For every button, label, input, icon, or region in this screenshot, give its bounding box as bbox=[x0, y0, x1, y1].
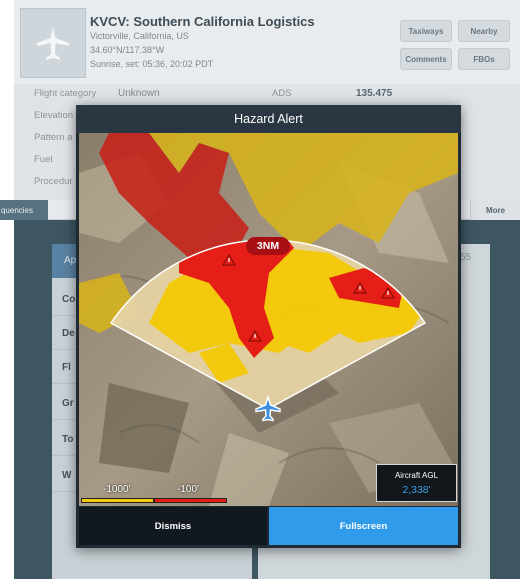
fullscreen-button[interactable]: Fullscreen bbox=[269, 507, 458, 545]
list-item-label: W bbox=[62, 470, 72, 481]
comments-button[interactable]: Comments bbox=[400, 48, 452, 70]
legend-bar-warning bbox=[154, 498, 227, 503]
legend-high-label: -100' bbox=[177, 484, 199, 495]
hazard-alert-dialog: Hazard Alert 3NM -1000' -100' Aircraft A… bbox=[76, 105, 461, 548]
list-header-label: Ap bbox=[64, 255, 77, 266]
list-item-label: Co bbox=[62, 294, 76, 305]
dismiss-button[interactable]: Dismiss bbox=[79, 507, 267, 545]
airport-coordinates: 34.60°N/117.38°W bbox=[90, 45, 165, 55]
legend-low-label: -1000' bbox=[103, 484, 131, 495]
legend-bar-caution bbox=[81, 498, 154, 503]
tab-frequencies[interactable]: quencies bbox=[0, 200, 48, 220]
ads-label: ADS bbox=[272, 88, 292, 99]
list-item-label: De bbox=[62, 328, 75, 339]
range-label: 3NM bbox=[246, 237, 290, 255]
airport-sun-times: Sunrise, set: 05:36, 20:02 PDT bbox=[90, 59, 214, 69]
fuel-label: Fuel bbox=[34, 154, 53, 165]
ads-value: 135.475 bbox=[356, 88, 393, 99]
taxiways-button[interactable]: Taxiways bbox=[400, 20, 452, 42]
dialog-title: Hazard Alert bbox=[76, 105, 461, 133]
terrain-map[interactable]: 3NM -1000' -100' Aircraft AGL 2,338' bbox=[79, 133, 458, 506]
elevation-label: Elevation bbox=[34, 110, 74, 121]
airplane-icon bbox=[20, 8, 86, 78]
list-item-label: Fl bbox=[62, 362, 71, 373]
flight-category-label: Flight category bbox=[34, 88, 97, 99]
procedures-label: Procedur bbox=[34, 176, 73, 187]
aircraft-agl-value: 2,338' bbox=[402, 484, 431, 496]
airport-header: KVCV: Southern California Logistics Vict… bbox=[14, 0, 520, 84]
pattern-label: Pattern a bbox=[34, 132, 73, 143]
detail-number: 55 bbox=[460, 252, 472, 263]
terrain-map-graphic bbox=[79, 133, 458, 506]
flight-category-value: Unknown bbox=[118, 88, 160, 99]
list-item-label: Gr bbox=[62, 398, 74, 409]
aircraft-agl-label: Aircraft AGL bbox=[394, 471, 439, 480]
tab-more[interactable]: More bbox=[470, 200, 520, 220]
aircraft-agl-box: Aircraft AGL 2,338' bbox=[376, 464, 457, 502]
airport-location: Victorville, California, US bbox=[90, 31, 189, 41]
list-item-label: To bbox=[62, 434, 74, 445]
nearby-button[interactable]: Nearby bbox=[458, 20, 510, 42]
fbos-button[interactable]: FBOs bbox=[458, 48, 510, 70]
airport-title: KVCV: Southern California Logistics bbox=[90, 14, 315, 29]
